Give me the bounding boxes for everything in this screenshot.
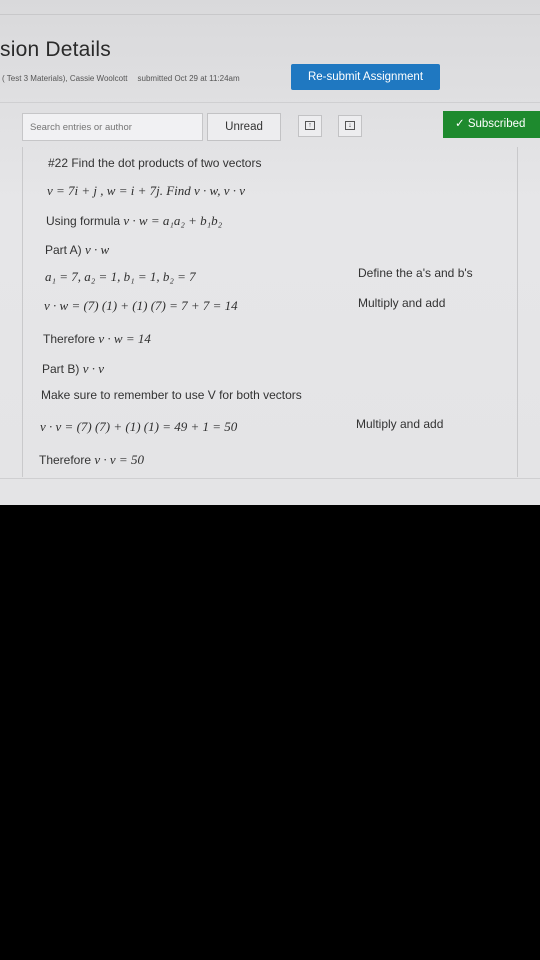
calc-b-line: v · v = (7) (7) + (1) (1) = 49 + 1 = 50 (40, 419, 237, 435)
therefore-b-label: Therefore (39, 453, 92, 467)
arrow-down-icon: ↓ (345, 121, 355, 130)
part-b-expr: v · v (83, 361, 104, 376)
page-title: sion Details (0, 38, 111, 61)
screen-area: sion Details ( Test 3 Materials), Cassie… (0, 0, 540, 505)
part-a-heading: Part A) v · w (45, 242, 109, 258)
reminder-line: Make sure to remember to use V for both … (41, 388, 302, 402)
search-input[interactable] (22, 113, 203, 141)
part-b-label: Part B) (42, 362, 80, 376)
resubmit-assignment-button[interactable]: Re-submit Assignment (291, 64, 440, 90)
calc-a-note: Multiply and add (358, 296, 446, 310)
part-a-label: Part A) (45, 243, 82, 257)
therefore-b-expr: v · v = 50 (94, 452, 144, 467)
define-line: a₁ = 7, a₂ = 1, b₁ = 1, b₂ = 7 (45, 269, 196, 285)
calc-b-line-text: v · v = (7) (7) + (1) (1) = 49 + 1 = 50 (40, 419, 238, 434)
given-vectors: v = 7i + j , w = i + 7j. Find v · w, v ·… (47, 183, 245, 199)
part-b-expr-text: v · v (82, 361, 104, 376)
subscribed-label: Subscribed (467, 118, 526, 130)
define-line-text: a₁ = 7, a₂ = 1, b₁ = 1, b₂ = 7 (45, 269, 196, 284)
therefore-b-expr-text: v · v = 50 (94, 452, 144, 467)
subscribed-button[interactable]: ✓ Subscribed (443, 111, 540, 138)
unread-filter-button[interactable]: Unread (207, 113, 281, 141)
therefore-a-expr-text: v · w = 14 (98, 331, 151, 346)
check-icon: ✓ (455, 118, 465, 130)
arrow-up-icon: ↑ (305, 121, 315, 130)
formula-label: Using formula (46, 214, 121, 228)
calc-b-note: Multiply and add (356, 417, 444, 431)
top-divider (0, 14, 540, 15)
therefore-a-label: Therefore (43, 332, 96, 346)
submission-meta: ( Test 3 Materials), Cassie Woolcott subm… (2, 74, 240, 83)
formula-expr-text: v · w = a₁a₂ + b₁b₂ (123, 213, 223, 228)
meta-submitted: submitted Oct 29 at 11:24am (137, 74, 240, 83)
given-vectors-text: v = 7i + j , w = i + 7j. Find v · w, v ·… (47, 183, 246, 198)
define-note: Define the a's and b's (358, 266, 473, 280)
entry-bottom-divider (0, 478, 540, 479)
part-b-heading: Part B) v · v (42, 361, 104, 377)
entry-heading: #22 Find the dot products of two vectors (48, 156, 262, 170)
calc-a-line-text: v · w = (7) (1) + (1) (7) = 7 + 7 = 14 (44, 298, 238, 313)
collapse-all-button[interactable]: ↑ (298, 115, 322, 137)
part-a-expr: v · w (85, 242, 109, 257)
therefore-a-expr: v · w = 14 (98, 331, 150, 346)
formula-expr: v · w = a₁a₂ + b₁b₂ (123, 213, 222, 228)
expand-all-button[interactable]: ↓ (338, 115, 362, 137)
therefore-a-line: Therefore v · w = 14 (43, 331, 151, 347)
part-a-expr-text: v · w (85, 242, 110, 257)
formula-line: Using formula v · w = a₁a₂ + b₁b₂ (46, 213, 222, 229)
calc-a-line: v · w = (7) (1) + (1) (7) = 7 + 7 = 14 (44, 298, 238, 314)
meta-course: ( Test 3 Materials), Cassie Woolcott (2, 74, 128, 83)
therefore-b-line: Therefore v · v = 50 (39, 452, 144, 468)
